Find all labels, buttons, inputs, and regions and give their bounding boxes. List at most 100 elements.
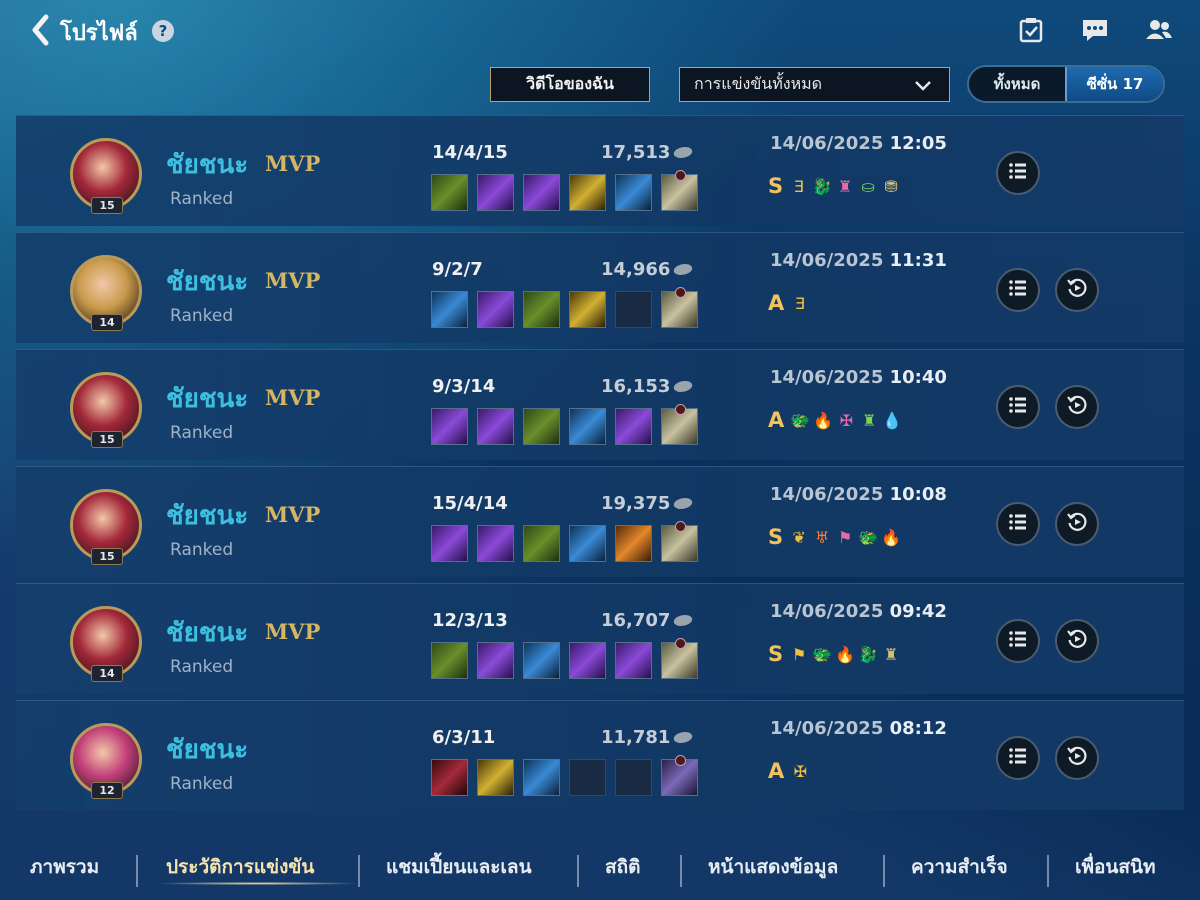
item-icon[interactable] — [477, 291, 514, 328]
replay-icon — [1066, 511, 1088, 537]
achievement-medal-icon: 🔥 — [881, 527, 902, 547]
item-icon[interactable] — [615, 408, 652, 445]
item-icon[interactable] — [477, 525, 514, 562]
item-icon[interactable] — [661, 404, 698, 445]
season-current-option[interactable]: ซีซั่น 17 — [1065, 67, 1163, 101]
back-button[interactable]: โปรไฟล์ — [30, 14, 138, 50]
gold-value: 16,707 — [601, 610, 671, 631]
mvp-badge: MVP — [265, 502, 321, 527]
tab-champions-lanes[interactable]: แชมเปี้ยนและเลน — [386, 852, 532, 882]
item-icon[interactable] — [523, 174, 560, 211]
item-icon[interactable] — [477, 759, 514, 796]
replay-button[interactable] — [1055, 268, 1099, 312]
item-icon[interactable] — [569, 525, 606, 562]
item-icon[interactable] — [523, 408, 560, 445]
achievement-medal-icon: 🔥 — [835, 644, 856, 664]
list-icon — [1007, 745, 1029, 771]
achievement-medal-icon: ♜ — [862, 410, 877, 430]
item-icon[interactable] — [569, 291, 606, 328]
match-time: 10:40 — [889, 367, 947, 388]
match-time: 08:12 — [889, 718, 947, 739]
tab-overview[interactable]: ภาพรวม — [30, 852, 99, 882]
match-row[interactable]: 14 ชัยชนะ MVP Ranked 9/2/7 14,966 14/06/2025 1… — [16, 232, 1184, 343]
tab-close-friends[interactable]: เพื่อนสนิท — [1075, 852, 1156, 882]
item-icon[interactable] — [477, 174, 514, 211]
match-detail-button[interactable] — [996, 385, 1040, 429]
item-icon[interactable] — [431, 525, 468, 562]
match-time: 10:08 — [889, 484, 947, 505]
replay-button[interactable] — [1055, 736, 1099, 780]
match-detail-button[interactable] — [996, 151, 1040, 195]
list-icon — [1007, 511, 1029, 537]
help-icon[interactable]: ? — [152, 20, 174, 42]
champion-level-badge: 14 — [91, 314, 123, 331]
replay-button[interactable] — [1055, 502, 1099, 546]
empty-item-slot — [615, 759, 652, 796]
tab-match-history[interactable]: ประวัติการแข่งขัน — [166, 852, 314, 882]
item-icon[interactable] — [431, 642, 468, 679]
item-icon[interactable] — [523, 759, 560, 796]
match-row[interactable]: 15 ชัยชนะ MVP Ranked 15/4/14 19,375 14/06/2025… — [16, 466, 1184, 577]
match-result: ชัยชนะ — [166, 735, 249, 765]
item-icon[interactable] — [615, 525, 652, 562]
my-videos-button[interactable]: วิดีโอของฉัน — [490, 67, 650, 102]
item-icon[interactable] — [661, 521, 698, 562]
chat-icon[interactable] — [1080, 16, 1110, 44]
replay-button[interactable] — [1055, 619, 1099, 663]
achievement-medal-icon: 🐉 — [812, 176, 833, 196]
item-icon[interactable] — [661, 170, 698, 211]
top-bar: โปรไฟล์ ? — [0, 0, 1200, 60]
kda: 14/4/15 — [432, 142, 508, 163]
item-icon[interactable] — [431, 408, 468, 445]
checklist-icon[interactable] — [1016, 16, 1046, 44]
match-time: 09:42 — [889, 601, 947, 622]
item-icon[interactable] — [431, 174, 468, 211]
item-icon[interactable] — [431, 759, 468, 796]
item-icon[interactable] — [431, 291, 468, 328]
item-icon[interactable] — [477, 642, 514, 679]
tab-showcase[interactable]: หน้าแสดงข้อมูล — [708, 852, 838, 882]
item-icon[interactable] — [523, 642, 560, 679]
tab-stats[interactable]: สถิติ — [605, 852, 640, 882]
replay-button[interactable] — [1055, 385, 1099, 429]
match-row[interactable]: 12 ชัยชนะ Ranked 6/3/11 11,781 14/06/2025 08:… — [16, 700, 1184, 810]
match-date: 14/06/2025 — [770, 484, 884, 505]
item-build — [431, 521, 698, 562]
match-row[interactable]: 15 ชัยชนะ MVP Ranked 9/3/14 16,153 14/06/2025 … — [16, 349, 1184, 460]
list-icon — [1007, 394, 1029, 420]
replay-icon — [1066, 628, 1088, 654]
achievement-medal-icon: 🐲 — [858, 527, 879, 547]
achievement-medal-icon: ✠ — [839, 410, 853, 430]
match-detail-button[interactable] — [996, 619, 1040, 663]
item-icon[interactable] — [523, 525, 560, 562]
friends-icon[interactable] — [1144, 16, 1174, 44]
champion-level-badge: 15 — [91, 431, 123, 448]
item-icon[interactable] — [661, 638, 698, 679]
item-icon[interactable] — [477, 408, 514, 445]
match-detail-button[interactable] — [996, 502, 1040, 546]
match-detail-button[interactable] — [996, 736, 1040, 780]
kda: 9/3/14 — [432, 376, 496, 397]
item-icon[interactable] — [569, 642, 606, 679]
match-mode-select[interactable]: การแข่งขันทั้งหมด — [679, 67, 950, 102]
item-icon[interactable] — [661, 755, 698, 796]
match-row[interactable]: 14 ชัยชนะ MVP Ranked 12/3/13 16,707 14/06/2025… — [16, 583, 1184, 694]
item-icon[interactable] — [569, 174, 606, 211]
item-icon[interactable] — [569, 408, 606, 445]
nav-divider — [136, 855, 138, 887]
item-icon[interactable] — [615, 642, 652, 679]
gold-earned: 16,707 — [601, 610, 695, 631]
item-icon[interactable] — [523, 291, 560, 328]
season-all-option[interactable]: ทั้งหมด — [969, 67, 1065, 101]
match-row[interactable]: 15 ชัยชนะ MVP Ranked 14/4/15 17,513 14/06/2025… — [16, 115, 1184, 226]
replay-icon — [1066, 277, 1088, 303]
item-icon[interactable] — [615, 174, 652, 211]
tab-achievements[interactable]: ความสำเร็จ — [911, 852, 1008, 882]
match-date: 14/06/2025 — [770, 601, 884, 622]
match-detail-button[interactable] — [996, 268, 1040, 312]
gold-coin-icon — [672, 381, 695, 392]
item-icon[interactable] — [661, 287, 698, 328]
performance-grade: S — [768, 642, 784, 666]
gold-coin-icon — [672, 147, 695, 158]
replay-icon — [1066, 745, 1088, 771]
